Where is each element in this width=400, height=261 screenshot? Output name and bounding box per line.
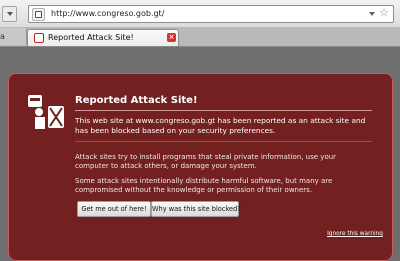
site-identity-icon[interactable] xyxy=(32,8,45,21)
active-tab[interactable]: Reported Attack Site! × xyxy=(27,29,179,46)
explanation-text: Attack sites try to install programs tha… xyxy=(75,153,337,170)
partial-tab-label: a xyxy=(0,32,5,41)
compromise-text: Some attack sites intentionally distribu… xyxy=(75,177,333,194)
summary-text: This web site at www.congreso.gob.gt has… xyxy=(75,116,366,135)
summary-divider xyxy=(75,141,372,142)
get-me-out-button[interactable]: Get me out of here! xyxy=(77,201,151,217)
partial-tab[interactable]: a xyxy=(0,28,27,45)
tab-bar: a Reported Attack Site! × xyxy=(0,28,400,47)
page-content: Reported Attack Site! This web site at w… xyxy=(0,47,400,261)
attack-site-shield-icon xyxy=(28,95,64,129)
why-blocked-button[interactable]: Why was this site blocked? xyxy=(151,201,241,217)
url-dropdown-icon[interactable] xyxy=(369,12,375,16)
tab-label: Reported Attack Site! xyxy=(48,33,134,42)
ignore-warning-link[interactable]: Ignore this warning xyxy=(327,231,383,237)
url-text[interactable]: http://www.congreso.gob.gt/ xyxy=(51,9,164,18)
url-bar[interactable]: http://www.congreso.gob.gt/ ☆ xyxy=(28,5,394,23)
attack-site-tab-icon xyxy=(34,33,44,43)
page-title: Reported Attack Site! xyxy=(75,95,198,106)
dropdown-arrow-icon[interactable] xyxy=(2,6,17,22)
tab-close-icon[interactable]: × xyxy=(167,33,176,42)
title-divider xyxy=(75,110,372,111)
navigation-toolbar: http://www.congreso.gob.gt/ ☆ xyxy=(0,0,400,28)
error-panel: Reported Attack Site! This web site at w… xyxy=(8,73,393,261)
bookmark-star-icon[interactable]: ☆ xyxy=(379,7,389,19)
